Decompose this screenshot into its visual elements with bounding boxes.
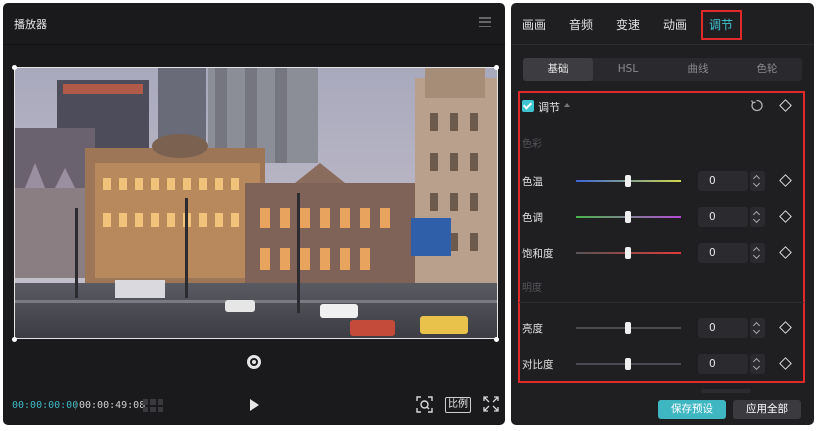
temperature-stepper[interactable] (750, 171, 765, 191)
contrast-thumb[interactable] (625, 358, 631, 370)
timecode-separator: | (74, 400, 78, 411)
slider-row-brightness: 亮度 0 (511, 318, 814, 338)
brightness-stepper[interactable] (750, 318, 765, 338)
crop-handle-top-left[interactable] (12, 65, 17, 70)
save-preset-button[interactable]: 保存预设 (658, 400, 726, 419)
temperature-input[interactable]: 0 (698, 171, 748, 191)
timecode-current: 00:00:00:00 (12, 400, 79, 411)
contrast-input[interactable]: 0 (698, 354, 748, 374)
player-title: 播放器 (14, 18, 47, 31)
preview-area (3, 45, 505, 375)
apply-all-button[interactable]: 应用全部 (733, 400, 801, 419)
slider-label: 色调 (522, 212, 543, 224)
video-frame-image (15, 68, 497, 338)
slider-label: 色温 (522, 176, 543, 188)
player-controls: 00:00:00:00 | 00:00:49:08 比例 (3, 388, 505, 418)
subtab-color-wheel[interactable]: 色轮 (732, 58, 802, 81)
slider-label: 亮度 (522, 323, 543, 335)
adjust-panel: 画画 音频 变速 动画 调节 基础 HSL 曲线 色轮 调节 色彩 色温 0 色… (511, 3, 814, 425)
crop-handle-bottom-left[interactable] (12, 337, 17, 342)
adjust-enable-checkbox[interactable] (522, 100, 534, 112)
player-panel: 播放器 00:00:00:00 | 00:00:49:08 比例 (3, 3, 505, 425)
group-label-color: 色彩 (522, 139, 542, 150)
saturation-stepper[interactable] (750, 243, 765, 263)
slider-row-contrast: 对比度 0 (511, 354, 814, 374)
saturation-thumb[interactable] (625, 247, 631, 259)
tab-animation[interactable]: 动画 (663, 16, 687, 33)
tint-input[interactable]: 0 (698, 207, 748, 227)
scrollbar[interactable] (701, 389, 751, 393)
slider-label: 对比度 (522, 359, 554, 371)
subtabs: 基础 HSL 曲线 色轮 (523, 58, 802, 81)
focus-icon[interactable] (416, 396, 433, 413)
adjust-highlight-box (518, 91, 805, 383)
crop-handle-bottom-right[interactable] (494, 337, 499, 342)
keyframe-icon[interactable] (779, 174, 792, 187)
tint-thumb[interactable] (625, 211, 631, 223)
brightness-input[interactable]: 0 (698, 318, 748, 338)
temperature-thumb[interactable] (625, 175, 631, 187)
contrast-stepper[interactable] (750, 354, 765, 374)
play-icon[interactable] (250, 399, 259, 411)
timecode-total: 00:00:49:08 (79, 400, 146, 411)
player-header: 播放器 (3, 3, 505, 45)
crop-handle-top-right[interactable] (494, 65, 499, 70)
saturation-input[interactable]: 0 (698, 243, 748, 263)
keyframe-icon[interactable] (779, 210, 792, 223)
tint-stepper[interactable] (750, 207, 765, 227)
tab-audio[interactable]: 音频 (569, 16, 593, 33)
video-preview[interactable] (14, 67, 498, 339)
panel-tabs: 画画 音频 变速 动画 调节 (511, 3, 814, 45)
rotate-handle[interactable] (247, 355, 261, 369)
keyframe-icon[interactable] (779, 246, 792, 259)
brightness-thumb[interactable] (625, 322, 631, 334)
tab-canvas[interactable]: 画画 (522, 16, 546, 33)
tab-speed[interactable]: 变速 (616, 16, 640, 33)
section-title: 调节 (538, 101, 560, 114)
slider-row-temperature: 色温 0 (511, 171, 814, 191)
group-label-light: 明度 (522, 283, 542, 294)
reset-icon[interactable] (750, 99, 763, 112)
slider-row-saturation: 饱和度 0 (511, 243, 814, 263)
subtab-curves[interactable]: 曲线 (663, 58, 733, 81)
menu-icon[interactable] (479, 17, 491, 28)
slider-label: 饱和度 (522, 248, 554, 260)
ratio-button[interactable]: 比例 (445, 397, 471, 413)
fullscreen-icon[interactable] (483, 396, 499, 412)
keyframe-icon[interactable] (779, 321, 792, 334)
collapse-caret-icon[interactable] (564, 103, 570, 107)
slider-row-tint: 色调 0 (511, 207, 814, 227)
tab-highlight-box (701, 10, 742, 40)
grid-icon[interactable] (143, 399, 163, 412)
divider (519, 302, 804, 303)
keyframe-icon[interactable] (779, 357, 792, 370)
subtab-hsl[interactable]: HSL (593, 58, 663, 81)
subtab-basic[interactable]: 基础 (523, 58, 593, 81)
